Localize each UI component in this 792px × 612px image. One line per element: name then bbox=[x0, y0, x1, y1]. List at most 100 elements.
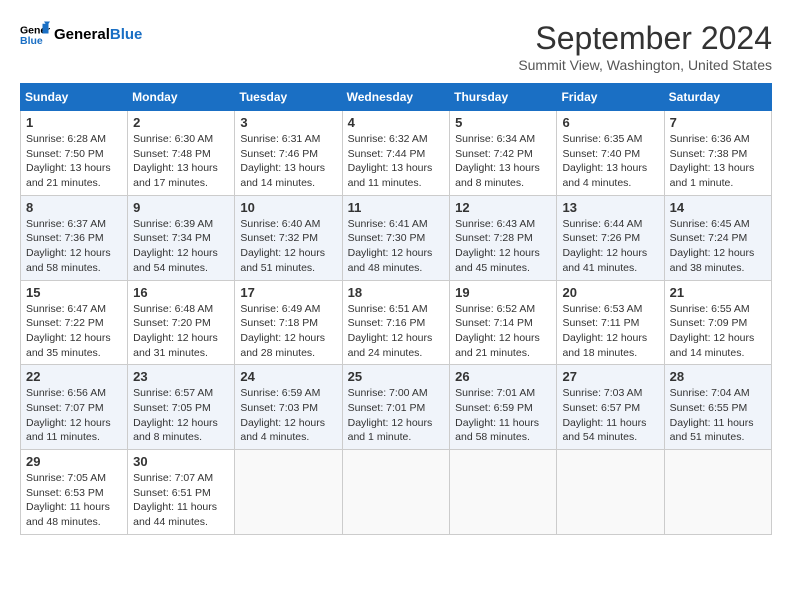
daylight-text: Daylight: 12 hours and 24 minutes. bbox=[348, 331, 445, 360]
day-info: Sunrise: 7:07 AM Sunset: 6:51 PM Dayligh… bbox=[133, 471, 229, 530]
sunset-text: Sunset: 7:46 PM bbox=[240, 147, 336, 162]
daylight-text: Daylight: 12 hours and 1 minute. bbox=[348, 416, 445, 445]
table-row: 15 Sunrise: 6:47 AM Sunset: 7:22 PM Dayl… bbox=[21, 280, 128, 365]
sunset-text: Sunset: 7:38 PM bbox=[670, 147, 766, 162]
sunset-text: Sunset: 7:22 PM bbox=[26, 316, 122, 331]
day-info: Sunrise: 6:48 AM Sunset: 7:20 PM Dayligh… bbox=[133, 302, 229, 361]
table-row: 12 Sunrise: 6:43 AM Sunset: 7:28 PM Dayl… bbox=[450, 195, 557, 280]
sunset-text: Sunset: 7:48 PM bbox=[133, 147, 229, 162]
day-number: 26 bbox=[455, 369, 551, 384]
table-row: 7 Sunrise: 6:36 AM Sunset: 7:38 PM Dayli… bbox=[664, 111, 771, 196]
daylight-text: Daylight: 12 hours and 4 minutes. bbox=[240, 416, 336, 445]
day-info: Sunrise: 6:41 AM Sunset: 7:30 PM Dayligh… bbox=[348, 217, 445, 276]
table-row: 13 Sunrise: 6:44 AM Sunset: 7:26 PM Dayl… bbox=[557, 195, 664, 280]
sunrise-text: Sunrise: 6:44 AM bbox=[562, 217, 658, 232]
day-number: 19 bbox=[455, 285, 551, 300]
sunrise-text: Sunrise: 6:56 AM bbox=[26, 386, 122, 401]
day-number: 10 bbox=[240, 200, 336, 215]
sunrise-text: Sunrise: 6:32 AM bbox=[348, 132, 445, 147]
table-row: 27 Sunrise: 7:03 AM Sunset: 6:57 PM Dayl… bbox=[557, 365, 664, 450]
day-number: 9 bbox=[133, 200, 229, 215]
sunset-text: Sunset: 7:18 PM bbox=[240, 316, 336, 331]
day-number: 7 bbox=[670, 115, 766, 130]
sunrise-text: Sunrise: 6:40 AM bbox=[240, 217, 336, 232]
day-number: 23 bbox=[133, 369, 229, 384]
sunrise-text: Sunrise: 6:57 AM bbox=[133, 386, 229, 401]
sunset-text: Sunset: 7:16 PM bbox=[348, 316, 445, 331]
sunset-text: Sunset: 7:44 PM bbox=[348, 147, 445, 162]
sunrise-text: Sunrise: 6:59 AM bbox=[240, 386, 336, 401]
daylight-text: Daylight: 12 hours and 21 minutes. bbox=[455, 331, 551, 360]
sunrise-text: Sunrise: 6:31 AM bbox=[240, 132, 336, 147]
header: General Blue GeneralBlue September 2024 … bbox=[20, 20, 772, 73]
header-monday: Monday bbox=[128, 84, 235, 111]
logo-general: General bbox=[54, 26, 110, 43]
day-info: Sunrise: 6:51 AM Sunset: 7:16 PM Dayligh… bbox=[348, 302, 445, 361]
table-row: 11 Sunrise: 6:41 AM Sunset: 7:30 PM Dayl… bbox=[342, 195, 450, 280]
day-number: 20 bbox=[562, 285, 658, 300]
day-number: 27 bbox=[562, 369, 658, 384]
sunrise-text: Sunrise: 6:45 AM bbox=[670, 217, 766, 232]
header-friday: Friday bbox=[557, 84, 664, 111]
day-info: Sunrise: 6:59 AM Sunset: 7:03 PM Dayligh… bbox=[240, 386, 336, 445]
table-row: 30 Sunrise: 7:07 AM Sunset: 6:51 PM Dayl… bbox=[128, 450, 235, 535]
day-info: Sunrise: 6:35 AM Sunset: 7:40 PM Dayligh… bbox=[562, 132, 658, 191]
table-row: 10 Sunrise: 6:40 AM Sunset: 7:32 PM Dayl… bbox=[235, 195, 342, 280]
daylight-text: Daylight: 11 hours and 58 minutes. bbox=[455, 416, 551, 445]
daylight-text: Daylight: 13 hours and 21 minutes. bbox=[26, 161, 122, 190]
table-row: 26 Sunrise: 7:01 AM Sunset: 6:59 PM Dayl… bbox=[450, 365, 557, 450]
daylight-text: Daylight: 11 hours and 48 minutes. bbox=[26, 500, 122, 529]
day-info: Sunrise: 6:30 AM Sunset: 7:48 PM Dayligh… bbox=[133, 132, 229, 191]
logo-icon: General Blue bbox=[20, 20, 50, 50]
day-number: 30 bbox=[133, 454, 229, 469]
daylight-text: Daylight: 11 hours and 51 minutes. bbox=[670, 416, 766, 445]
header-row: Sunday Monday Tuesday Wednesday Thursday… bbox=[21, 84, 772, 111]
day-info: Sunrise: 6:47 AM Sunset: 7:22 PM Dayligh… bbox=[26, 302, 122, 361]
sunset-text: Sunset: 7:40 PM bbox=[562, 147, 658, 162]
sunrise-text: Sunrise: 6:53 AM bbox=[562, 302, 658, 317]
table-row bbox=[664, 450, 771, 535]
daylight-text: Daylight: 12 hours and 31 minutes. bbox=[133, 331, 229, 360]
sunset-text: Sunset: 7:34 PM bbox=[133, 231, 229, 246]
daylight-text: Daylight: 13 hours and 17 minutes. bbox=[133, 161, 229, 190]
sunset-text: Sunset: 6:51 PM bbox=[133, 486, 229, 501]
daylight-text: Daylight: 13 hours and 4 minutes. bbox=[562, 161, 658, 190]
day-number: 25 bbox=[348, 369, 445, 384]
day-number: 24 bbox=[240, 369, 336, 384]
table-row: 23 Sunrise: 6:57 AM Sunset: 7:05 PM Dayl… bbox=[128, 365, 235, 450]
sunrise-text: Sunrise: 6:37 AM bbox=[26, 217, 122, 232]
day-info: Sunrise: 7:01 AM Sunset: 6:59 PM Dayligh… bbox=[455, 386, 551, 445]
day-number: 1 bbox=[26, 115, 122, 130]
daylight-text: Daylight: 13 hours and 8 minutes. bbox=[455, 161, 551, 190]
day-number: 14 bbox=[670, 200, 766, 215]
daylight-text: Daylight: 12 hours and 48 minutes. bbox=[348, 246, 445, 275]
day-info: Sunrise: 6:43 AM Sunset: 7:28 PM Dayligh… bbox=[455, 217, 551, 276]
header-thursday: Thursday bbox=[450, 84, 557, 111]
day-info: Sunrise: 6:28 AM Sunset: 7:50 PM Dayligh… bbox=[26, 132, 122, 191]
header-saturday: Saturday bbox=[664, 84, 771, 111]
table-row: 8 Sunrise: 6:37 AM Sunset: 7:36 PM Dayli… bbox=[21, 195, 128, 280]
sunset-text: Sunset: 7:11 PM bbox=[562, 316, 658, 331]
day-info: Sunrise: 6:44 AM Sunset: 7:26 PM Dayligh… bbox=[562, 217, 658, 276]
table-row bbox=[235, 450, 342, 535]
day-number: 5 bbox=[455, 115, 551, 130]
sunset-text: Sunset: 7:26 PM bbox=[562, 231, 658, 246]
calendar-table: Sunday Monday Tuesday Wednesday Thursday… bbox=[20, 83, 772, 535]
day-info: Sunrise: 6:45 AM Sunset: 7:24 PM Dayligh… bbox=[670, 217, 766, 276]
sunset-text: Sunset: 6:59 PM bbox=[455, 401, 551, 416]
day-info: Sunrise: 6:55 AM Sunset: 7:09 PM Dayligh… bbox=[670, 302, 766, 361]
calendar-week-row: 22 Sunrise: 6:56 AM Sunset: 7:07 PM Dayl… bbox=[21, 365, 772, 450]
sunrise-text: Sunrise: 7:00 AM bbox=[348, 386, 445, 401]
sunset-text: Sunset: 6:55 PM bbox=[670, 401, 766, 416]
day-number: 22 bbox=[26, 369, 122, 384]
day-info: Sunrise: 6:39 AM Sunset: 7:34 PM Dayligh… bbox=[133, 217, 229, 276]
day-info: Sunrise: 6:53 AM Sunset: 7:11 PM Dayligh… bbox=[562, 302, 658, 361]
sunset-text: Sunset: 7:14 PM bbox=[455, 316, 551, 331]
table-row: 17 Sunrise: 6:49 AM Sunset: 7:18 PM Dayl… bbox=[235, 280, 342, 365]
sunrise-text: Sunrise: 6:34 AM bbox=[455, 132, 551, 147]
table-row: 25 Sunrise: 7:00 AM Sunset: 7:01 PM Dayl… bbox=[342, 365, 450, 450]
sunrise-text: Sunrise: 6:41 AM bbox=[348, 217, 445, 232]
svg-text:Blue: Blue bbox=[20, 35, 43, 47]
table-row bbox=[557, 450, 664, 535]
sunset-text: Sunset: 7:20 PM bbox=[133, 316, 229, 331]
